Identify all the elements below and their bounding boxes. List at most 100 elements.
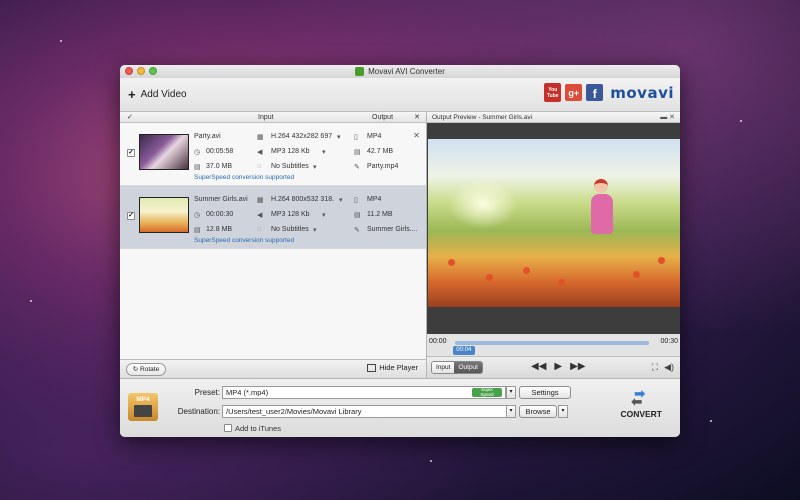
file-list-header: ✓ Input Output ✕ — [120, 112, 426, 123]
remove-file-icon[interactable]: ✕ — [413, 131, 420, 140]
youtube-icon[interactable]: You Tube — [544, 83, 562, 102]
subtitles-select[interactable]: No Subtitles — [271, 226, 309, 233]
clock-icon: ◷ — [194, 149, 201, 156]
title-bar: Movavi AVI Converter — [120, 65, 680, 78]
toolbar: + Add Video You Tube g+ f movavi — [120, 78, 680, 112]
star — [30, 300, 32, 302]
output-file-name[interactable]: Summer Girls.... — [367, 226, 418, 233]
hide-player-icon — [367, 363, 377, 372]
settings-button[interactable]: Settings — [519, 386, 571, 399]
browse-dropdown-button[interactable]: ▾ — [558, 405, 568, 418]
convert-button[interactable]: ➡ ⬅ CONVERT — [620, 385, 662, 419]
rotate-label: Rotate — [140, 366, 160, 373]
preview-title: Output Preview - Summer Girls.avi — [432, 114, 533, 121]
close-window-button[interactable] — [125, 67, 133, 75]
player-controls: Input Output ◀◀ ▶ ▶▶ ⛶ ◀) — [427, 356, 680, 378]
rotate-button[interactable]: ↻ Rotate — [126, 363, 166, 376]
flower-shape — [486, 274, 493, 281]
seek-bar[interactable] — [455, 341, 649, 345]
superspeed-note: SuperSpeed conversion supported — [194, 174, 295, 181]
output-file-icon: ✎ — [354, 227, 360, 234]
file-row[interactable]: ✓ Party.avi ◷ 00:05:58 ▤ 37.0 MB ▦ H.264… — [120, 123, 426, 186]
output-column-header: Output — [372, 114, 394, 121]
speaker-icon: ◀ — [257, 212, 263, 219]
file-list-panel: ✓ Input Output ✕ ✓ Party.avi ◷ 00:05:58 … — [120, 112, 427, 359]
chevron-down-icon[interactable]: ▾ — [313, 163, 317, 171]
itunes-label: Add to iTunes — [235, 424, 281, 433]
destination-label: Destination: — [177, 407, 220, 416]
girl-figure-body — [591, 194, 613, 234]
file-size-icon: ▤ — [354, 212, 361, 219]
add-video-button[interactable]: + Add Video — [128, 88, 187, 101]
preview-panel-controls[interactable]: ▬ ✕ — [660, 112, 675, 123]
row-checkbox[interactable]: ✓ — [127, 149, 135, 157]
subtitles-select[interactable]: No Subtitles — [271, 163, 309, 170]
preset-dropdown-button[interactable]: ▾ — [506, 386, 516, 399]
flower-shape — [523, 267, 530, 274]
chevron-down-icon[interactable]: ▾ — [322, 211, 326, 219]
volume-icon[interactable]: ◀) — [664, 362, 674, 373]
video-preview[interactable] — [428, 139, 680, 307]
chevron-down-icon[interactable]: ▾ — [322, 148, 326, 156]
device-icon: ▯ — [354, 134, 358, 141]
select-all-check-icon[interactable]: ✓ — [127, 112, 133, 123]
file-size: 37.0 MB — [206, 163, 233, 170]
zoom-window-button[interactable] — [149, 67, 157, 75]
preview-panel: Output Preview - Summer Girls.avi ▬ ✕ 00… — [427, 112, 680, 378]
preset-select[interactable]: MP4 (*.mp4) Super Speed — [222, 386, 506, 399]
flower-shape — [558, 279, 565, 286]
file-row[interactable]: ✓ Summer Girls.avi ◷ 00:00:30 ▤ 12.8 MB … — [120, 186, 426, 249]
output-format-icon[interactable]: MP4 — [128, 393, 158, 421]
facebook-icon[interactable]: f — [586, 84, 604, 101]
preview-header: Output Preview - Summer Girls.avi ▬ ✕ — [427, 112, 680, 123]
subtitles-icon: ◌ — [257, 163, 262, 170]
hide-player-button[interactable]: Hide Player — [367, 363, 418, 372]
output-size: 11.2 MB — [367, 211, 393, 218]
row-checkbox[interactable]: ✓ — [127, 212, 135, 220]
video-thumbnail — [139, 197, 189, 233]
tab-output[interactable]: Output — [454, 362, 482, 373]
output-format: MP4 — [367, 133, 382, 140]
fullscreen-icon[interactable]: ⛶ — [652, 362, 658, 373]
minimize-window-button[interactable] — [137, 67, 145, 75]
subtitles-icon: ◌ — [257, 226, 262, 233]
video-thumbnail — [139, 134, 189, 170]
chevron-down-icon[interactable]: ▾ — [339, 196, 343, 204]
video-codec[interactable]: H.264 432x282 697 — [271, 133, 332, 140]
chevron-down-icon[interactable]: ▾ — [313, 226, 317, 234]
star — [710, 420, 712, 422]
file-name: Party.avi — [194, 133, 221, 140]
transport-controls: ◀◀ ▶ ▶▶ — [531, 361, 585, 372]
file-duration: 00:00:30 — [206, 211, 234, 218]
destination-dropdown-button[interactable]: ▾ — [506, 405, 516, 418]
output-file-name[interactable]: Party.mp4 — [367, 163, 398, 170]
superspeed-note: SuperSpeed conversion supported — [194, 237, 295, 244]
google-plus-icon[interactable]: g+ — [565, 84, 583, 101]
chevron-down-icon[interactable]: ▾ — [337, 133, 341, 141]
convert-icon: ➡ ⬅ — [631, 386, 646, 409]
remove-all-icon[interactable]: ✕ — [414, 112, 420, 123]
destination-field[interactable]: /Users/test_user2/Movies/Movavi Library — [222, 405, 516, 418]
movavi-logo: movavi — [610, 83, 674, 102]
tab-input[interactable]: Input — [432, 362, 455, 373]
file-size-icon: ▤ — [354, 149, 361, 156]
audio-codec[interactable]: MP3 128 Kb — [271, 148, 310, 155]
fast-forward-icon[interactable]: ▶▶ — [570, 361, 585, 372]
play-icon[interactable]: ▶ — [554, 361, 562, 372]
itunes-checkbox[interactable] — [224, 424, 232, 432]
light-flare — [448, 179, 518, 229]
list-footer: ↻ Rotate Hide Player — [120, 359, 427, 378]
superspeed-badge: Super Speed — [472, 387, 502, 397]
browse-button[interactable]: Browse — [519, 405, 557, 418]
playhead[interactable]: 00:04 — [452, 346, 475, 355]
conversion-settings: MP4 Preset: MP4 (*.mp4) Super Speed ▾ Set… — [120, 378, 680, 437]
star — [60, 40, 62, 42]
superspeed-badge-bottom: Speed — [480, 391, 494, 397]
rewind-icon[interactable]: ◀◀ — [531, 361, 546, 372]
audio-codec[interactable]: MP3 128 Kb — [271, 211, 310, 218]
preset-label: Preset: — [194, 388, 220, 397]
output-file-icon: ✎ — [354, 164, 360, 171]
file-name: Summer Girls.avi — [194, 196, 248, 203]
video-codec[interactable]: H.264 800x532 318. — [271, 196, 334, 203]
file-size: 12.8 MB — [206, 226, 233, 233]
